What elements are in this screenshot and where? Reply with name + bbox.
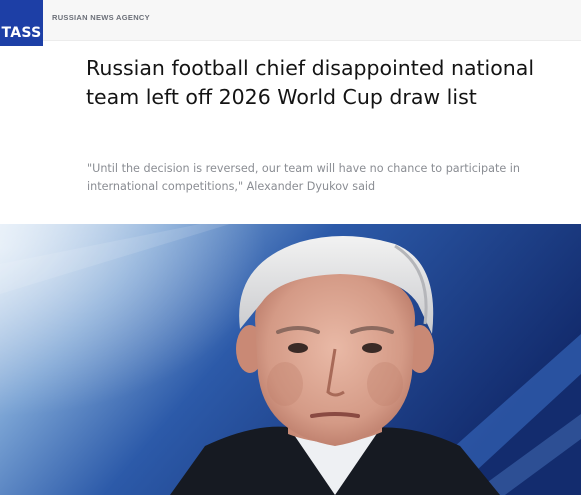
article-lede: "Until the decision is reversed, our tea… <box>87 162 520 193</box>
article-headline: Russian football chief disappointed nati… <box>86 56 535 109</box>
agency-name: RUSSIAN NEWS AGENCY <box>52 13 150 22</box>
article-photo <box>0 224 581 495</box>
portrait-illustration <box>0 224 581 495</box>
site-header: TASS RUSSIAN NEWS AGENCY <box>0 0 581 46</box>
tass-logo[interactable]: TASS <box>0 0 43 46</box>
